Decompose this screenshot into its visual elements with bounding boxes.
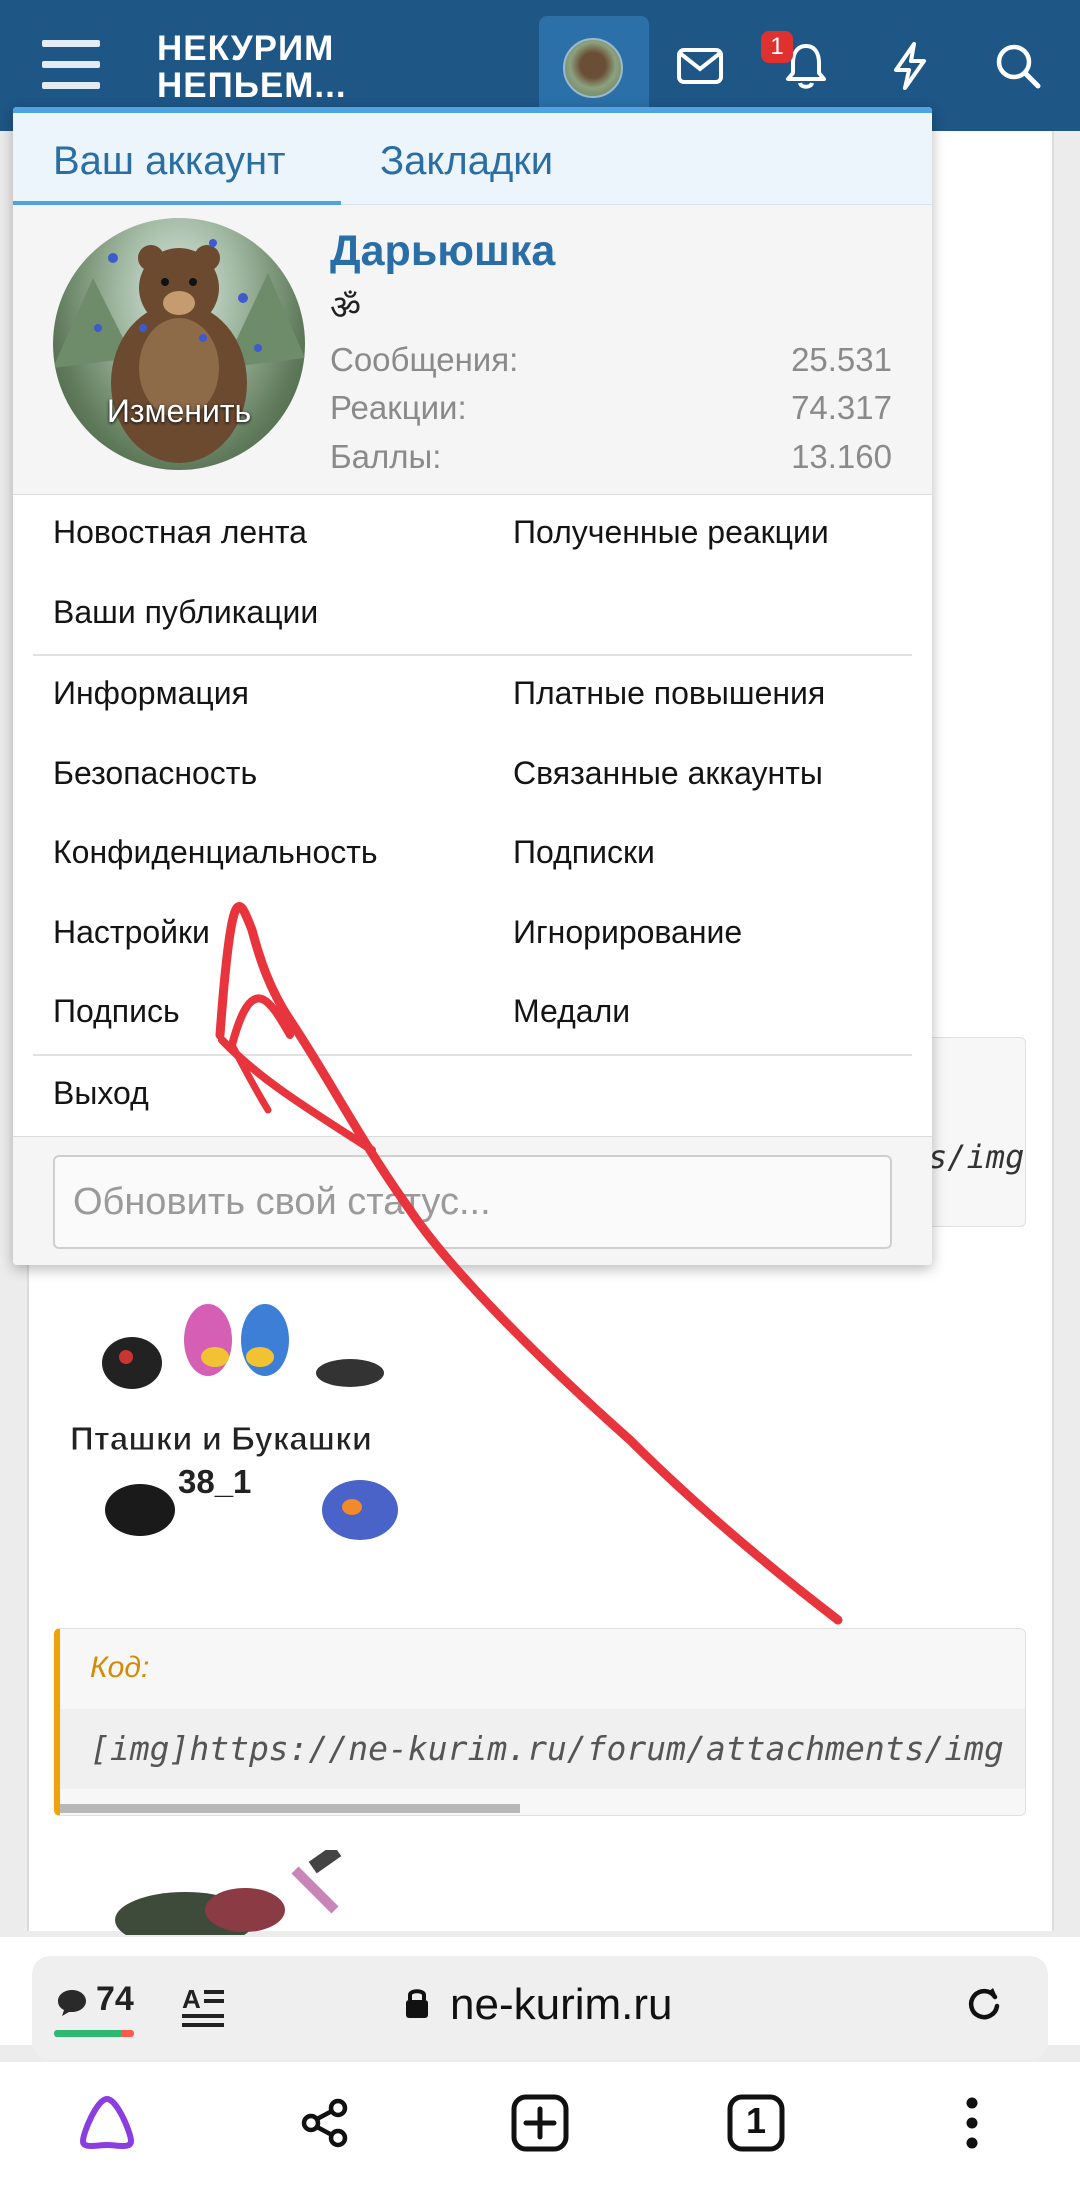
logout-link[interactable]: Выход [53,1075,149,1112]
stat-label-messages: Сообщения: [330,341,519,378]
horizontal-scrollbar[interactable] [60,1804,520,1813]
lightning-icon[interactable] [880,36,940,96]
account-menu: Ваш аккаунт Закладки Изменить Дарьюшка ॐ… [13,107,932,1265]
tabs-switcher-icon[interactable]: 1 [721,2088,791,2158]
menu-your-posts[interactable]: Ваши публикации [53,594,318,631]
menu-information[interactable]: Информация [53,675,249,712]
tab-account[interactable]: Ваш аккаунт [53,139,285,184]
sticker-number: 38_1 [178,1463,252,1500]
menu-received-reactions[interactable]: Полученные реакции [513,514,829,551]
comments-icon[interactable] [56,1988,88,2023]
stat-value-points: 13.160 [791,438,892,475]
sticker-label: Пташки и Букашки [70,1420,373,1458]
menu-icon[interactable] [42,40,100,90]
menu-paid-upgrades[interactable]: Платные повышения [513,675,825,712]
notification-badge: 1 [761,31,793,63]
new-tab-icon[interactable] [505,2088,575,2158]
avatar [563,38,623,98]
url-text[interactable]: ne-kurim.ru [450,1980,673,2030]
divider [33,1054,912,1056]
menu-following[interactable]: Подписки [513,834,655,871]
status-update-area [13,1136,932,1265]
code-block: Код: [img]https://ne-kurim.ru/forum/atta… [54,1628,1026,1816]
alice-assistant-icon[interactable] [72,2088,142,2158]
username[interactable]: Дарьюшка [330,227,555,276]
open-tabs-count: 1 [745,2100,767,2141]
code-text: [img]https://ne-kurim.ru/forum/attachmen… [90,1729,1004,1768]
post-image [95,1844,395,1948]
user-status: ॐ [330,289,362,327]
site-logo[interactable]: НЕКУРИМ НЕПЬЕМ... [157,30,347,104]
stat-value-reactions: 74.317 [791,389,892,426]
menu-tabs: Ваш аккаунт Закладки [13,107,932,206]
avatar[interactable]: Изменить [53,218,305,470]
menu-ignoring[interactable]: Игнорирование [513,914,742,951]
search-icon[interactable] [988,36,1048,96]
tab-bookmarks[interactable]: Закладки [380,139,553,184]
code-title: Код: [90,1651,150,1684]
menu-connected-accounts[interactable]: Связанные аккаунты [513,755,823,792]
menu-preferences[interactable]: Настройки [53,914,210,951]
stat-label-reactions: Реакции: [330,389,467,426]
menu-privacy[interactable]: Конфиденциальность [53,834,378,871]
svg-text:A: A [182,1984,201,2014]
stat-value-messages: 25.531 [791,341,892,378]
divider [33,654,912,656]
menu-news-feed[interactable]: Новостная лента [53,514,307,551]
lock-icon [404,1986,430,2025]
reload-icon[interactable] [964,1984,1004,2029]
menu-medals[interactable]: Медали [513,993,630,1030]
code-text: s/img [928,1138,1025,1176]
sticker-image: Пташки и Букашки 38_1 [60,1285,420,1575]
stat-label-points: Баллы: [330,438,442,475]
reader-mode-icon[interactable]: A [180,1982,226,2033]
comments-count: 74 [96,1980,134,2018]
share-icon[interactable] [290,2088,360,2158]
menu-signature[interactable]: Подпись [53,993,180,1030]
menu-security[interactable]: Безопасность [53,755,257,792]
status-input[interactable] [53,1155,892,1249]
mail-icon[interactable] [670,36,730,96]
reading-progress [54,2030,134,2037]
more-options-icon[interactable] [937,2088,1007,2158]
profile-summary: Изменить Дарьюшка ॐ Сообщения: 25.531 Ре… [13,205,932,495]
edit-avatar-label[interactable]: Изменить [53,393,305,430]
